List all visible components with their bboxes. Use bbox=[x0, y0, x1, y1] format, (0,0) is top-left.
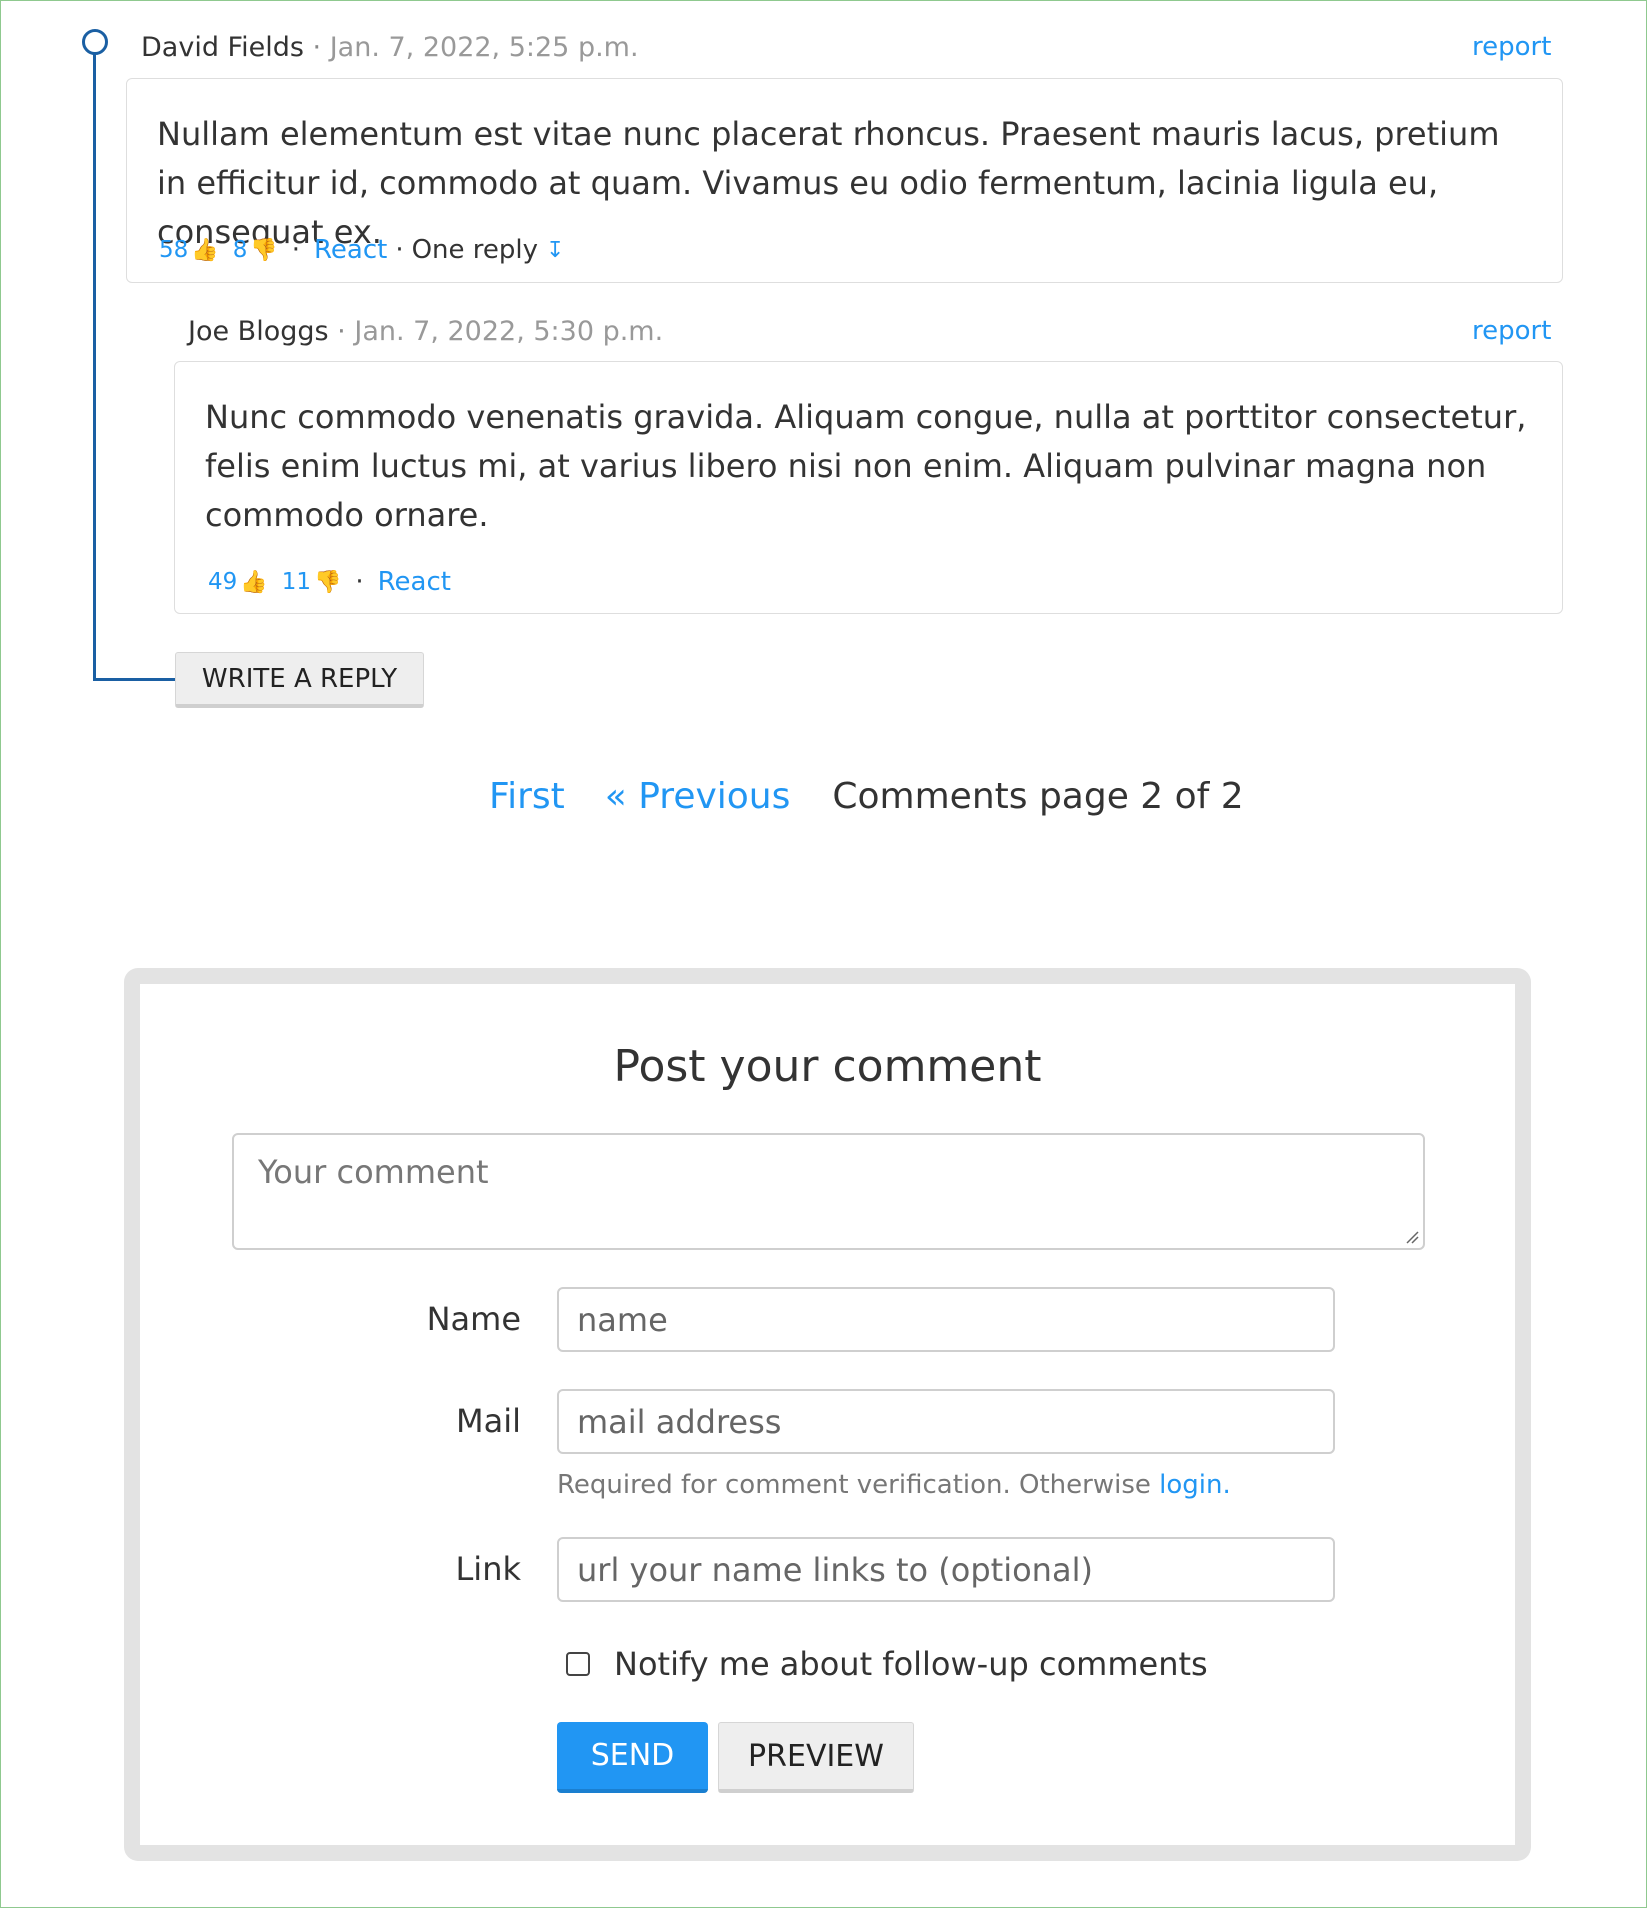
send-button[interactable]: SEND bbox=[557, 1722, 708, 1793]
comment-textarea[interactable]: Your comment bbox=[232, 1133, 1425, 1250]
link-label: Link bbox=[455, 1550, 521, 1588]
mail-help: Required for comment verification. Other… bbox=[557, 1470, 1160, 1500]
mail-placeholder: mail address bbox=[577, 1402, 782, 1441]
first-page-link[interactable]: First bbox=[489, 776, 565, 817]
comment-author[interactable]: David Fields bbox=[141, 32, 304, 63]
react-link[interactable]: React bbox=[378, 567, 451, 597]
preview-button[interactable]: PREVIEW bbox=[718, 1722, 914, 1793]
notify-checkbox[interactable] bbox=[566, 1652, 590, 1676]
resize-handle-icon[interactable] bbox=[1405, 1230, 1419, 1244]
comment-author[interactable]: Joe Bloggs bbox=[188, 316, 329, 347]
pagination: First « Previous Comments page 2 of 2 bbox=[489, 776, 1244, 817]
name-label: Name bbox=[426, 1300, 521, 1338]
previous-page-link[interactable]: « Previous bbox=[605, 776, 791, 817]
comment-date: Jan. 7, 2022, 5:30 p.m. bbox=[354, 316, 664, 347]
comment-placeholder: Your comment bbox=[258, 1153, 489, 1191]
comment-meta: David Fields · Jan. 7, 2022, 5:25 p.m. bbox=[141, 32, 639, 63]
write-reply-button[interactable]: WRITE A REPLY bbox=[175, 652, 424, 708]
notify-label[interactable]: Notify me about follow-up comments bbox=[614, 1645, 1208, 1683]
expand-replies-icon[interactable]: ↧ bbox=[546, 238, 564, 263]
react-link[interactable]: React bbox=[314, 235, 387, 265]
dislike-count[interactable]: 8 bbox=[233, 237, 248, 263]
form-title: Post your comment bbox=[613, 1041, 1042, 1092]
meta-separator: · bbox=[312, 32, 322, 63]
dot-separator: · bbox=[355, 567, 364, 597]
comment-card: Nullam elementum est vitae nunc placerat… bbox=[126, 78, 1563, 283]
thumbs-up-icon[interactable]: 👍 bbox=[191, 238, 218, 263]
dislike-count[interactable]: 11 bbox=[282, 569, 311, 595]
like-count[interactable]: 49 bbox=[208, 569, 237, 595]
comment-actions: 58 👍 8 👎 · React · One reply ↧ bbox=[159, 235, 564, 265]
login-link[interactable]: login. bbox=[1159, 1470, 1231, 1500]
link-input[interactable]: url your name links to (optional) bbox=[557, 1537, 1335, 1602]
replies-toggle[interactable]: One reply bbox=[412, 235, 538, 265]
mail-input[interactable]: mail address bbox=[557, 1389, 1335, 1454]
thumbs-down-icon[interactable]: 👎 bbox=[314, 570, 341, 595]
like-count[interactable]: 58 bbox=[159, 237, 188, 263]
meta-separator: · bbox=[337, 316, 346, 347]
mail-label: Mail bbox=[456, 1402, 521, 1440]
reply-card: Nunc commodo venenatis gravida. Aliquam … bbox=[174, 361, 1563, 614]
report-link[interactable]: report bbox=[1472, 32, 1551, 62]
dot-separator: · bbox=[291, 235, 300, 265]
thumbs-up-icon[interactable]: 👍 bbox=[240, 570, 267, 595]
name-input[interactable]: name bbox=[557, 1287, 1335, 1352]
dot-separator: · bbox=[395, 235, 404, 265]
thumbs-down-icon[interactable]: 👎 bbox=[250, 238, 277, 263]
link-placeholder: url your name links to (optional) bbox=[577, 1550, 1093, 1589]
thread-connector bbox=[93, 678, 175, 681]
page-status: Comments page 2 of 2 bbox=[832, 776, 1244, 817]
comment-body: Nunc commodo venenatis gravida. Aliquam … bbox=[205, 398, 1527, 534]
reply-meta: Joe Bloggs · Jan. 7, 2022, 5:30 p.m. bbox=[188, 316, 663, 347]
thread-node-icon bbox=[82, 29, 108, 55]
name-placeholder: name bbox=[577, 1300, 668, 1339]
comment-date: Jan. 7, 2022, 5:25 p.m. bbox=[329, 32, 639, 63]
report-link[interactable]: report bbox=[1472, 316, 1551, 346]
comment-actions: 49 👍 11 👎 · React bbox=[208, 567, 451, 597]
mail-help-text: Required for comment verification. Other… bbox=[557, 1470, 1231, 1500]
thread-line bbox=[93, 46, 96, 681]
